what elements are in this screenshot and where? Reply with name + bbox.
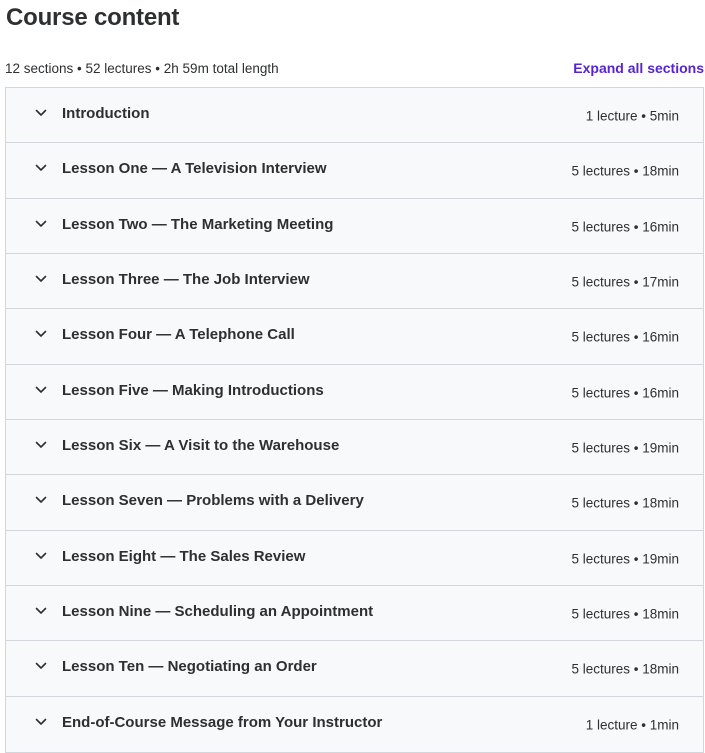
section-meta: 5 lectures • 17min bbox=[571, 274, 679, 290]
section-title: Lesson Ten — Negotiating an Order bbox=[62, 658, 317, 676]
chevron-down-icon bbox=[34, 106, 48, 120]
section-header-lesson-six[interactable]: Lesson Six — A Visit to the Warehouse 5 … bbox=[6, 419, 703, 476]
chevron-down-icon bbox=[34, 604, 48, 618]
section-meta: 1 lecture • 5min bbox=[585, 108, 679, 124]
section-meta: 5 lectures • 16min bbox=[571, 385, 679, 401]
section-title: Introduction bbox=[62, 104, 150, 122]
section-header-lesson-one[interactable]: Lesson One — A Television Interview 5 le… bbox=[6, 143, 703, 199]
chevron-down-icon bbox=[34, 493, 48, 507]
chevron-down-icon bbox=[34, 161, 48, 175]
section-header-lesson-four[interactable]: Lesson Four — A Telephone Call 5 lecture… bbox=[6, 309, 703, 365]
section-meta: 5 lectures • 16min bbox=[571, 219, 679, 235]
section-meta: 1 lecture • 1min bbox=[585, 717, 679, 733]
section-meta: 5 lectures • 18min bbox=[571, 661, 679, 677]
section-meta: 5 lectures • 19min bbox=[571, 440, 679, 456]
section-title: End-of-Course Message from Your Instruct… bbox=[62, 714, 383, 732]
course-summary-row: 12 sections • 52 lectures • 2h 59m total… bbox=[5, 58, 705, 78]
chevron-down-icon bbox=[34, 217, 48, 231]
section-meta: 5 lectures • 18min bbox=[571, 163, 679, 179]
section-title: Lesson One — A Television Interview bbox=[62, 160, 327, 178]
section-meta: 5 lectures • 18min bbox=[571, 606, 679, 622]
chevron-down-icon bbox=[34, 327, 48, 341]
section-header-lesson-eight[interactable]: Lesson Eight — The Sales Review 5 lectur… bbox=[6, 530, 703, 586]
section-title: Lesson Five — Making Introductions bbox=[62, 381, 324, 399]
section-title: Lesson Eight — The Sales Review bbox=[62, 547, 306, 565]
expand-all-sections-button[interactable]: Expand all sections bbox=[573, 60, 705, 76]
section-meta: 5 lectures • 16min bbox=[571, 329, 679, 345]
chevron-down-icon bbox=[34, 549, 48, 563]
section-header-lesson-three[interactable]: Lesson Three — The Job Interview 5 lectu… bbox=[6, 253, 703, 310]
section-header-lesson-nine[interactable]: Lesson Nine — Scheduling an Appointment … bbox=[6, 585, 703, 642]
section-title: Lesson Four — A Telephone Call bbox=[62, 326, 295, 344]
section-header-lesson-five[interactable]: Lesson Five — Making Introductions 5 lec… bbox=[6, 364, 703, 420]
section-header-end-of-course[interactable]: End-of-Course Message from Your Instruct… bbox=[6, 696, 703, 752]
course-content-panel: Course content 12 sections • 52 lectures… bbox=[0, 0, 705, 753]
section-meta: 5 lectures • 18min bbox=[571, 495, 679, 511]
section-list: Introduction 1 lecture • 5min Lesson One… bbox=[5, 87, 704, 753]
chevron-down-icon bbox=[34, 272, 48, 286]
page-title: Course content bbox=[6, 4, 180, 31]
section-header-introduction[interactable]: Introduction 1 lecture • 5min bbox=[6, 88, 703, 144]
chevron-down-icon bbox=[34, 715, 48, 729]
chevron-down-icon bbox=[34, 383, 48, 397]
course-stats: 12 sections • 52 lectures • 2h 59m total… bbox=[5, 60, 279, 76]
section-header-lesson-ten[interactable]: Lesson Ten — Negotiating an Order 5 lect… bbox=[6, 641, 703, 697]
section-title: Lesson Seven — Problems with a Delivery bbox=[62, 492, 364, 510]
section-header-lesson-two[interactable]: Lesson Two — The Marketing Meeting 5 lec… bbox=[6, 198, 703, 254]
section-meta: 5 lectures • 19min bbox=[571, 551, 679, 567]
section-title: Lesson Six — A Visit to the Warehouse bbox=[62, 436, 340, 454]
section-header-lesson-seven[interactable]: Lesson Seven — Problems with a Delivery … bbox=[6, 475, 703, 531]
section-title: Lesson Three — The Job Interview bbox=[62, 270, 310, 288]
chevron-down-icon bbox=[34, 659, 48, 673]
section-title: Lesson Two — The Marketing Meeting bbox=[62, 215, 334, 233]
chevron-down-icon bbox=[34, 438, 48, 452]
section-title: Lesson Nine — Scheduling an Appointment bbox=[62, 602, 374, 620]
